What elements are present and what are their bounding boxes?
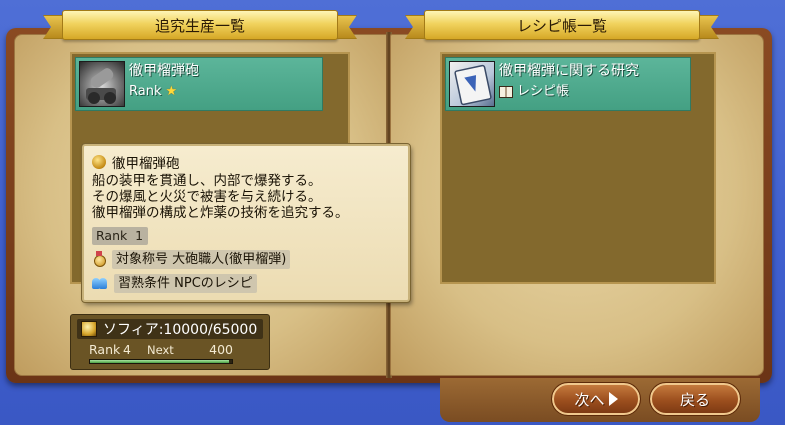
list-item-armor-piercing-research[interactable]: 徹甲榴弾に関する研究 レシピ帳 [445, 57, 691, 111]
sophia-icon [81, 321, 97, 337]
book-icon [499, 86, 513, 98]
back-button[interactable]: 戻る [649, 382, 741, 416]
next-button[interactable]: 次へ [551, 382, 641, 416]
mastery-condition-label: 習熟条件 [118, 275, 171, 291]
title-requirement: 対象称号 大砲職人(徹甲榴弾) [112, 249, 291, 269]
sophia-value: ソフィア:10000/65000 [103, 322, 258, 338]
experience-bar [89, 359, 233, 364]
recipe-book-label: レシピ帳 [517, 84, 570, 99]
description-line: 船の装甲を貫通し、内部で爆発する。 [92, 173, 322, 189]
next-value: 400 [209, 342, 233, 357]
title-requirement-value: 大砲職人(徹甲榴弾) [172, 251, 287, 267]
list-item-armor-piercing-cannon[interactable]: 徹甲榴弾砲 Rank ★ [75, 57, 323, 111]
cannon-icon [79, 61, 125, 107]
rank-label: Rank [129, 84, 162, 99]
item-detail-tooltip: 徹甲榴弾砲 船の装甲を貫通し、内部で爆発する。 その爆風と火災で被害を与え続ける… [81, 143, 411, 303]
title-requirement-label: 対象称号 [116, 251, 169, 267]
mastery-condition: 習熟条件 NPCのレシピ [114, 273, 257, 293]
arrow-right-icon [608, 392, 618, 406]
rank-label: Rank [89, 342, 121, 357]
recipe-book-icon [449, 61, 495, 107]
medal-icon [92, 251, 106, 267]
people-icon [92, 276, 108, 290]
list-item-title: 徹甲榴弾砲 [129, 63, 199, 79]
mastery-condition-value: NPCのレシピ [174, 275, 253, 291]
tooltip-title: 徹甲榴弾砲 [112, 156, 180, 172]
rank-value: 4 [123, 342, 131, 357]
list-item-title: 徹甲榴弾に関する研究 [499, 63, 639, 79]
coin-icon [92, 155, 106, 169]
right-page-header: レシピ帳一覧 [424, 10, 700, 40]
next-button-label: 次へ [574, 390, 605, 409]
experience-bar-fill [90, 360, 230, 363]
description-line: 徹甲榴弾の構成と炸薬の技術を追究する。 [92, 205, 349, 221]
sophia-status-panel: ソフィア:10000/65000 Rank 4 Next 400 [70, 314, 270, 370]
left-page-header: 追究生産一覧 [62, 10, 338, 40]
description-line: その爆風と火災で被害を与え続ける。 [92, 189, 322, 205]
back-button-label: 戻る [679, 390, 710, 409]
rank-star-icon: ★ [165, 84, 178, 99]
next-label: Next [147, 343, 174, 357]
tooltip-description: 船の装甲を貫通し、内部で爆発する。 その爆風と火災で被害を与え続ける。 徹甲榴弾… [92, 173, 400, 221]
recipe-book-list: 徹甲榴弾に関する研究 レシピ帳 [440, 52, 716, 284]
rank-chip: Rank 1 [92, 227, 148, 245]
